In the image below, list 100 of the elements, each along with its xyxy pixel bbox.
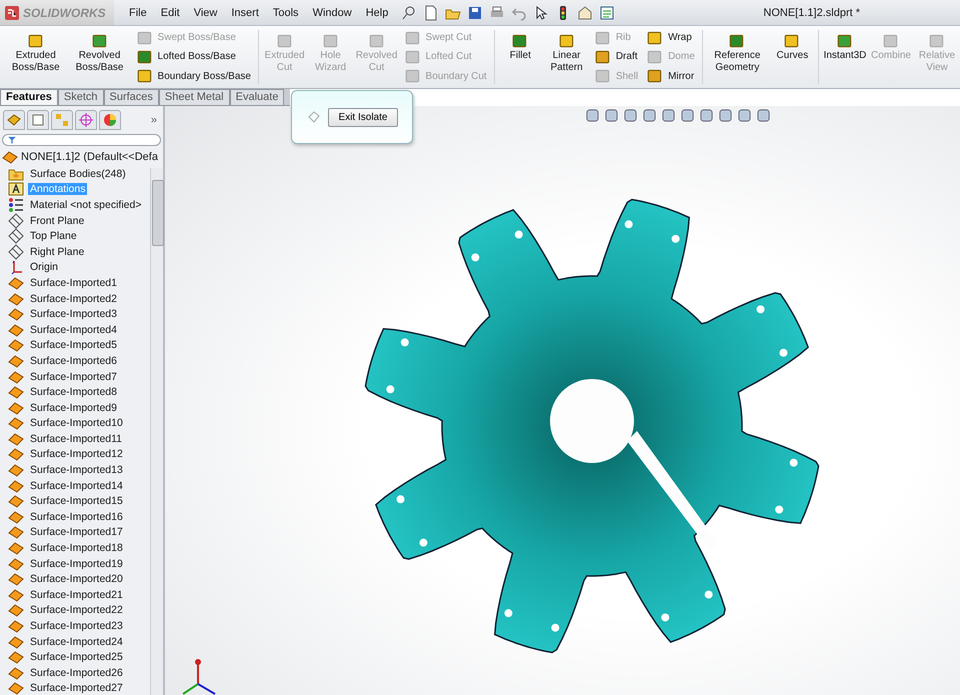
plane-icon — [8, 212, 24, 229]
new-document-icon — [423, 4, 440, 20]
feature-manager-tab[interactable] — [3, 110, 25, 130]
ribbon-button[interactable]: Instant3D — [822, 26, 868, 88]
tree-item[interactable]: Surface-Imported4 — [28, 324, 119, 336]
tree-item[interactable]: Surface-Imported22 — [28, 604, 125, 616]
tree-item[interactable]: Surface-Imported24 — [28, 636, 125, 648]
tree-item[interactable]: Surface-Imported27 — [28, 682, 125, 694]
surface-icon — [8, 664, 24, 681]
ribbon-button[interactable]: Wrap — [646, 28, 695, 47]
surface-icon — [8, 556, 24, 572]
tree-item[interactable]: Surface-Imported15 — [28, 495, 125, 508]
menu-item[interactable]: Insert — [224, 6, 266, 18]
surface-icon — [8, 524, 24, 540]
surface-icon — [8, 290, 24, 307]
tree-item[interactable]: Surface-Imported11 — [28, 432, 124, 445]
surface-icon — [8, 602, 24, 618]
tree-item[interactable]: Surface-Imported14 — [28, 480, 125, 492]
tree-item[interactable]: Top Plane — [28, 230, 79, 242]
tree-item[interactable]: Surface-Imported3 — [28, 308, 119, 320]
tree-item[interactable]: Front Plane — [28, 214, 86, 227]
ribbon-button[interactable]: Revolved Boss/Base — [68, 26, 132, 88]
tree-item[interactable]: Surface-Imported21 — [28, 588, 125, 601]
tree-item[interactable]: Surface-Imported20 — [28, 573, 125, 586]
tree-item[interactable]: Surface-Imported23 — [28, 620, 125, 632]
tree-item[interactable]: Surface-Imported8 — [28, 386, 119, 398]
command-tab[interactable]: Evaluate — [230, 89, 284, 105]
ribbon-button[interactable]: Lofted Boss/Base — [136, 48, 251, 66]
ribbon-button[interactable]: Boundary Boss/Base — [136, 67, 251, 86]
tree-item[interactable]: Material <not specified> — [28, 198, 144, 211]
command-tab[interactable]: Features — [0, 89, 58, 105]
tree-item[interactable]: Surface-Imported9 — [28, 402, 119, 414]
annotation-icon — [8, 181, 24, 198]
tree-item[interactable]: Origin — [28, 261, 60, 274]
surface-icon — [8, 649, 24, 666]
tree-item[interactable]: Surface-Imported17 — [28, 526, 125, 538]
part-icon — [6, 112, 22, 128]
display-manager-tab[interactable] — [99, 110, 121, 130]
logo-text: SOLIDWORKS — [23, 6, 106, 20]
surface-icon — [8, 400, 24, 416]
surface-icon — [8, 586, 24, 603]
configuration-manager-tab[interactable] — [51, 110, 73, 130]
tree-item[interactable]: Surface-Imported19 — [28, 558, 125, 570]
feature-icon — [26, 32, 45, 50]
surface-icon — [8, 352, 24, 369]
menu-item[interactable]: Window — [306, 6, 359, 18]
surface-icon — [8, 680, 24, 695]
surface-icon — [8, 368, 24, 385]
isolate-icon — [306, 109, 322, 125]
menu-item[interactable]: View — [186, 6, 224, 18]
command-tab[interactable]: Sheet Metal — [158, 89, 230, 105]
tree-item[interactable]: Surface-Imported5 — [28, 339, 119, 352]
tree-item[interactable]: Surface-Imported16 — [28, 510, 125, 523]
tree-item[interactable]: Surface-Imported25 — [28, 651, 125, 664]
ribbon-button[interactable]: Mirror — [646, 67, 695, 86]
tree-item[interactable]: Surface-Imported7 — [28, 370, 119, 383]
ribbon-button[interactable]: Curves — [769, 26, 816, 88]
dimxpert-tab[interactable] — [75, 110, 97, 130]
menu-item[interactable]: Help — [358, 6, 396, 18]
tree-item[interactable]: Surface-Imported12 — [28, 448, 125, 460]
tree-item[interactable]: Surface-Imported1 — [28, 276, 119, 289]
tree-item[interactable]: Surface Bodies(248) — [28, 168, 128, 180]
ribbon-button[interactable]: Extruded Boss/Base — [4, 26, 68, 88]
tree-item[interactable]: Surface-Imported2 — [28, 292, 119, 305]
tree-item[interactable]: Surface-Imported13 — [28, 464, 125, 476]
menu-item[interactable]: Edit — [154, 6, 187, 18]
command-tab[interactable]: Surfaces — [104, 89, 159, 105]
ribbon-button[interactable]: Fillet — [497, 26, 544, 88]
surface-icon — [8, 634, 24, 650]
property-manager-tab[interactable] — [27, 110, 49, 130]
feature-icon — [882, 32, 900, 50]
more-tabs-button[interactable]: » — [150, 114, 157, 126]
tree-item[interactable]: Surface-Imported26 — [28, 666, 125, 679]
crosshair-icon — [78, 112, 94, 128]
command-tab[interactable]: Sketch — [58, 89, 104, 105]
surface-icon — [8, 618, 24, 634]
tree-item[interactable]: Surface-Imported18 — [28, 542, 125, 554]
ribbon-button[interactable]: Linear Pattern — [543, 26, 590, 88]
ribbon-button[interactable]: Draft — [594, 48, 638, 66]
tree-root[interactable]: NONE[1.1]2 (Default<<Defa — [0, 146, 163, 166]
filter-field[interactable] — [2, 134, 161, 146]
surface-icon — [8, 306, 24, 322]
surface-icon — [8, 384, 24, 400]
ribbon-button[interactable]: Reference Geometry — [705, 26, 770, 88]
menu-item[interactable]: Tools — [266, 6, 306, 18]
feature-icon — [368, 32, 386, 50]
exit-isolate-button[interactable]: Exit Isolate — [328, 108, 398, 126]
surface-icon — [8, 274, 24, 291]
color-ball-icon — [102, 112, 118, 128]
menu-item[interactable]: File — [122, 6, 154, 18]
filter-icon — [7, 135, 17, 145]
tree-item[interactable]: Right Plane — [28, 246, 86, 258]
surface-icon — [8, 540, 24, 556]
feature-icon — [276, 32, 294, 50]
scrollbar[interactable] — [150, 168, 163, 695]
tree-item[interactable]: Surface-Imported6 — [28, 354, 119, 367]
tree-item[interactable]: Surface-Imported10 — [28, 417, 125, 430]
surface-icon — [8, 415, 24, 432]
surface-icon — [8, 430, 24, 447]
surface-icon — [2, 149, 18, 165]
